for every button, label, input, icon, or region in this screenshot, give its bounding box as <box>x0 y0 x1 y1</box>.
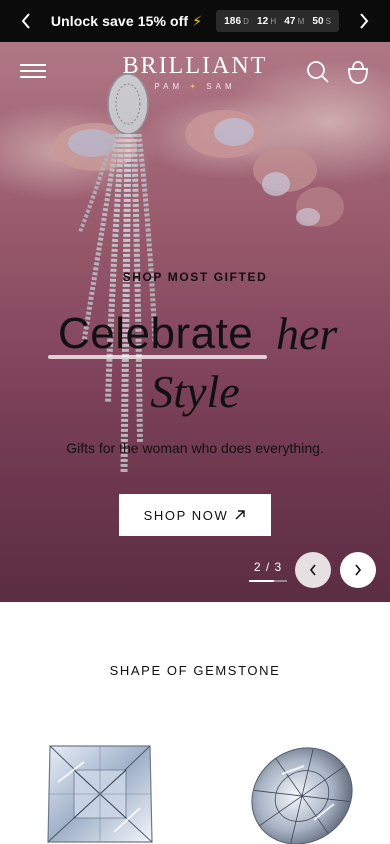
slide-progress-bar <box>249 580 287 582</box>
menu-button[interactable] <box>18 60 48 84</box>
chevron-right-icon <box>360 13 369 29</box>
cart-button[interactable] <box>346 59 370 85</box>
countdown-hours: 12 H <box>257 15 277 27</box>
hero-eyebrow: SHOP MOST GIFTED <box>122 270 268 284</box>
arrow-up-right-icon <box>235 510 246 520</box>
lightning-bolt-icon: ⚡ <box>192 12 203 29</box>
princess-cut-diamond[interactable] <box>44 742 156 844</box>
chevron-left-icon <box>309 564 316 576</box>
shop-now-button[interactable]: SHOP NOW <box>119 494 271 536</box>
site-header: BRILLIANT PAM ✦ SAM <box>0 42 390 102</box>
oval-cut-diamond[interactable] <box>244 744 360 844</box>
countdown-days: 186 D <box>224 15 250 27</box>
slide-progress-fill <box>249 580 275 582</box>
shop-now-label: SHOP NOW <box>143 507 229 523</box>
logo-name: BRILLIANT <box>122 53 268 79</box>
logo-diamond-icon: ✦ <box>189 82 201 91</box>
search-button[interactable] <box>306 60 330 84</box>
section-title: SHAPE OF GEMSTONE <box>109 663 281 678</box>
hero-headline-word-2: her <box>276 308 338 359</box>
search-icon <box>307 61 329 83</box>
slide-next-button[interactable] <box>340 552 376 588</box>
countdown-timer: 186 D 12 H 47 M 50 S <box>216 10 340 32</box>
countdown-seconds: 50 S <box>312 15 332 27</box>
slide-pager: 2 / 3 <box>253 560 283 574</box>
chevron-right-icon <box>355 564 362 576</box>
chevron-left-icon <box>21 13 30 29</box>
hero-headline-line-1: Celebrate her <box>0 306 390 362</box>
hero-banner: BRILLIANT PAM ✦ SAM SHOP MOST GIFTED Cel… <box>0 42 390 602</box>
announcement-bar: Unlock save 15% off ⚡ 186 D 12 H 47 M 50 S <box>0 0 390 42</box>
hero-headline-line-2: Style <box>150 366 240 417</box>
hamburger-menu-icon <box>18 64 48 78</box>
slide-prev-button[interactable] <box>295 552 331 588</box>
countdown-minutes: 47 M <box>284 15 305 27</box>
shopping-bag-icon <box>348 61 368 84</box>
announcement-next-button[interactable] <box>344 0 384 42</box>
logo-subtitle: PAM ✦ SAM <box>154 82 236 91</box>
headline-underline <box>48 355 267 359</box>
hero-subcopy: Gifts for the woman who does everything. <box>66 440 324 456</box>
hero-headline-word-1: Celebrate <box>58 309 254 358</box>
announcement-message: Unlock save 15% off <box>50 13 189 29</box>
announcement-message-group: Unlock save 15% off ⚡ 186 D 12 H 47 M 50 S <box>50 10 340 32</box>
announcement-prev-button[interactable] <box>6 0 46 42</box>
brand-logo[interactable]: BRILLIANT PAM ✦ SAM <box>115 54 275 91</box>
